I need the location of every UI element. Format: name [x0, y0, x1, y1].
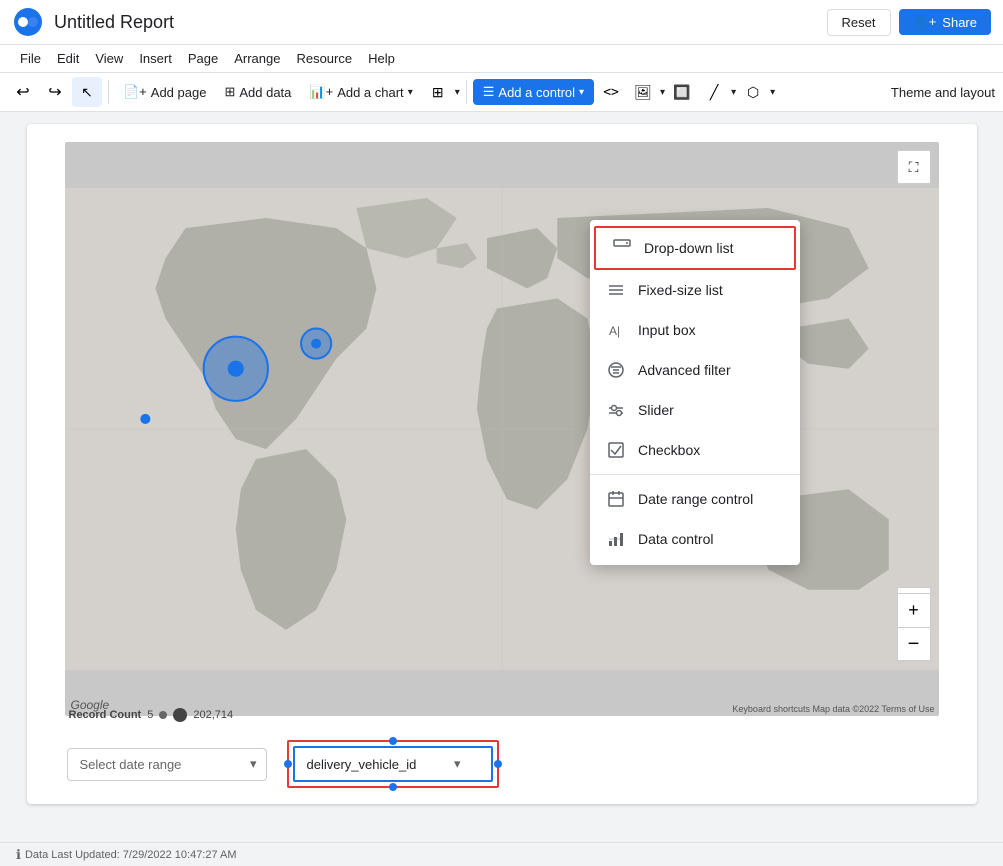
status-text: Data Last Updated: 7/29/2022 10:47:27 AM: [25, 849, 237, 861]
status-icon: ℹ: [16, 847, 21, 863]
add-data-button[interactable]: ⊞ Add data: [216, 79, 299, 105]
canvas-area: ⛶ 🚶 + − Keyboard shortcuts Map data ©202…: [0, 112, 1003, 858]
menu-divider: [590, 474, 800, 475]
add-page-button[interactable]: 📄+ Add page: [115, 79, 214, 105]
shape-chevron: ▾: [770, 87, 775, 98]
menu-arrange[interactable]: Arrange: [226, 45, 288, 72]
handle-right: [494, 760, 502, 768]
add-data-icon: ⊞: [224, 84, 235, 100]
reset-button[interactable]: Reset: [827, 9, 891, 36]
menu-file[interactable]: File: [12, 45, 49, 72]
checkbox-icon: [606, 440, 626, 460]
menu-item-fixed-size-list[interactable]: Fixed-size list: [590, 270, 800, 310]
legend-value: 202,714: [193, 709, 233, 721]
redo-button[interactable]: ↪: [40, 77, 70, 107]
share-button[interactable]: 👤+ Share: [899, 9, 991, 35]
select-tool-button[interactable]: ↖: [72, 77, 102, 107]
svg-text:A|: A|: [609, 324, 620, 338]
date-range-icon: [606, 489, 626, 509]
world-map: [65, 142, 939, 716]
map-container: ⛶ 🚶 + − Keyboard shortcuts Map data ©202…: [65, 142, 939, 716]
layout-button[interactable]: ⊞: [423, 77, 453, 107]
zoom-out-button[interactable]: −: [897, 627, 931, 661]
fixed-size-list-icon: [606, 280, 626, 300]
legend-dot-large: [173, 708, 187, 722]
menu-insert[interactable]: Insert: [131, 45, 180, 72]
handle-left: [284, 760, 292, 768]
menu-item-slider[interactable]: Slider: [590, 390, 800, 430]
report-canvas: ⛶ 🚶 + − Keyboard shortcuts Map data ©202…: [27, 124, 977, 804]
menu-item-data-control[interactable]: Data control: [590, 519, 800, 559]
legend-dot-count: 5: [147, 709, 153, 721]
add-chart-icon: 📊+: [309, 84, 333, 100]
zoom-in-button[interactable]: +: [897, 593, 931, 627]
app-title: Untitled Report: [54, 12, 174, 33]
line-chevron: ▾: [731, 87, 736, 98]
selected-control-wrapper: delivery_vehicle_id ▾: [287, 740, 499, 788]
dropdown-list-icon: [612, 238, 632, 258]
control-icon: ☰: [483, 84, 495, 100]
layout-chevron: ▾: [455, 87, 460, 98]
person-add-icon: 👤+: [913, 14, 937, 30]
menu-item-checkbox[interactable]: Checkbox: [590, 430, 800, 470]
control-chevron-icon: ▾: [579, 87, 584, 98]
code-button[interactable]: <>: [596, 77, 626, 107]
text-button[interactable]: 🔲: [667, 77, 697, 107]
image-button[interactable]: 🖼: [628, 77, 658, 107]
line-button[interactable]: ╱: [699, 77, 729, 107]
shape-button[interactable]: ⬡: [738, 77, 768, 107]
map-attribution: Keyboard shortcuts Map data ©2022 Terms …: [732, 704, 934, 714]
advanced-filter-icon: [606, 360, 626, 380]
menu-item-dropdown-list[interactable]: Drop-down list: [594, 226, 796, 270]
input-box-icon: A|: [606, 320, 626, 340]
date-range-wrapper: Select date range ▾: [67, 748, 267, 781]
data-control-icon: [606, 529, 626, 549]
delivery-vehicle-chevron: ▾: [454, 756, 461, 772]
bottom-controls: Select date range ▾ delivery_vehicle_id …: [67, 740, 937, 788]
slider-icon: [606, 400, 626, 420]
map-expand-button[interactable]: ⛶: [897, 150, 931, 184]
legend-dot-small: [159, 711, 167, 719]
theme-layout-label[interactable]: Theme and layout: [891, 85, 995, 100]
add-control-button[interactable]: ☰ Add a control ▾: [473, 79, 594, 105]
status-bar: ℹ Data Last Updated: 7/29/2022 10:47:27 …: [0, 842, 1003, 866]
date-range-select[interactable]: Select date range: [67, 748, 267, 781]
legend-label: Record Count: [69, 709, 142, 721]
chart-chevron-icon: ▾: [408, 87, 413, 98]
add-chart-button[interactable]: 📊+ Add a chart ▾: [301, 79, 420, 105]
menu-item-advanced-filter[interactable]: Advanced filter: [590, 350, 800, 390]
control-dropdown-menu: Drop-down list Fixed-size list A| Input …: [590, 220, 800, 565]
menu-edit[interactable]: Edit: [49, 45, 87, 72]
menu-page[interactable]: Page: [180, 45, 226, 72]
delivery-vehicle-value: delivery_vehicle_id: [307, 757, 417, 772]
handle-bottom: [389, 783, 397, 791]
menu-item-date-range-control[interactable]: Date range control: [590, 479, 800, 519]
delivery-vehicle-select[interactable]: delivery_vehicle_id ▾: [293, 746, 493, 782]
handle-top: [389, 737, 397, 745]
menu-help[interactable]: Help: [360, 45, 403, 72]
menu-view[interactable]: View: [87, 45, 131, 72]
toolbar: ↩ ↪ ↖ 📄+ Add page ⊞ Add data 📊+ Add a ch…: [0, 73, 1003, 112]
map-zoom-controls: + −: [897, 593, 931, 661]
legend: Record Count 5 202,714: [69, 708, 234, 722]
undo-button[interactable]: ↩: [8, 77, 38, 107]
menu-item-input-box[interactable]: A| Input box: [590, 310, 800, 350]
app-logo: [12, 6, 44, 38]
add-page-icon: 📄+: [123, 84, 147, 100]
menu-resource[interactable]: Resource: [288, 45, 360, 72]
image-chevron: ▾: [660, 87, 665, 98]
menu-bar: File Edit View Insert Page Arrange Resou…: [0, 45, 1003, 73]
